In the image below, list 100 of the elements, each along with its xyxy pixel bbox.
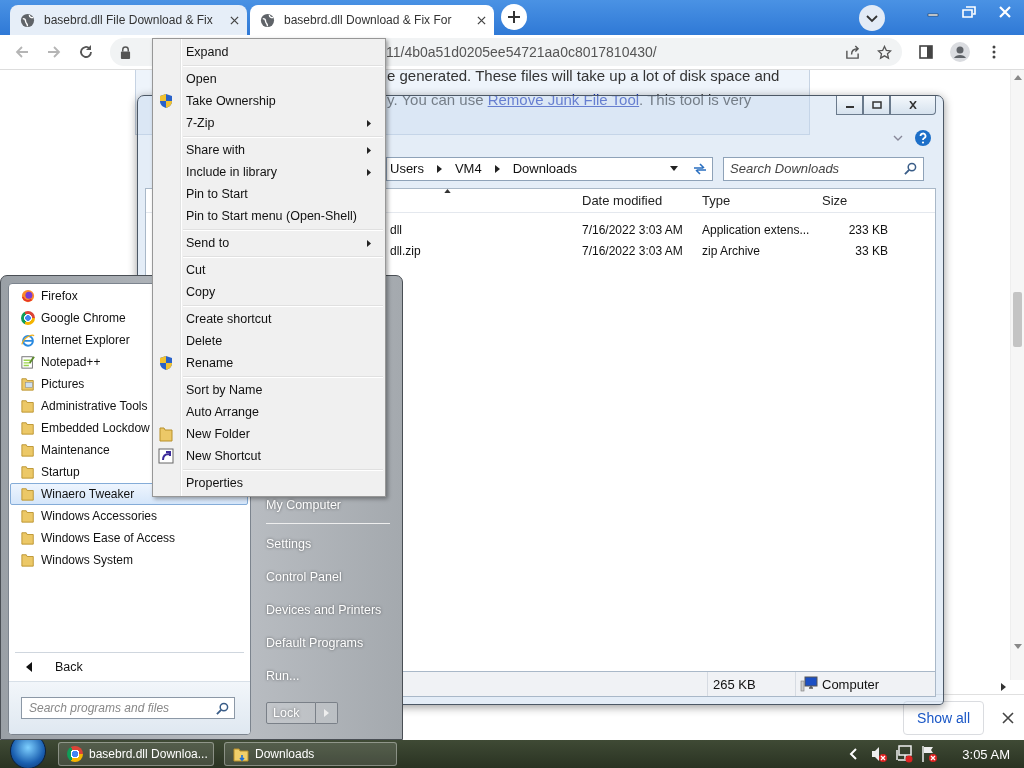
flag-icon[interactable] [920,745,939,763]
chrome-logo-icon [67,746,83,762]
submenu-arrow-icon [367,239,371,247]
chevron-right-icon[interactable] [436,164,442,173]
column-header[interactable]: Type [702,193,822,208]
status-size: 265 KB [707,672,795,696]
menu-item[interactable]: Send to [155,232,383,254]
search-field[interactable]: Search Downloads [723,156,924,181]
maximize-icon [870,101,883,109]
minimize-button[interactable] [836,96,863,115]
menu-item[interactable]: Expand [155,41,383,63]
menu-item[interactable]: Open [155,68,383,90]
menu-item[interactable]: Create shortcut [155,308,383,330]
show-all-button[interactable]: Show all [903,700,984,735]
sort-arrow-icon[interactable] [444,189,451,193]
breadcrumb-bar[interactable]: Users VM4 Downloads [386,156,713,181]
submenu-arrow-icon [367,119,371,127]
lock-options-button[interactable] [316,702,338,724]
menu-item[interactable]: Rename [155,352,383,374]
scroll-up-icon[interactable] [1013,74,1022,80]
restore-icon[interactable] [960,6,978,18]
refresh-icon[interactable] [692,161,708,176]
program-item[interactable]: Windows Accessories [10,505,248,527]
scroll-right-icon[interactable] [1001,683,1007,691]
shield-icon [158,93,174,109]
close-icon[interactable] [1002,711,1014,724]
help-icon[interactable] [915,130,931,146]
search-placeholder: Search programs and files [29,701,170,715]
taskbar-button[interactable]: Downloads [224,742,397,766]
table-cell-text: 33 KB [854,243,888,258]
menu-item[interactable]: Delete [155,330,383,352]
menu-item[interactable]: 7-Zip [155,112,383,134]
clock-text[interactable]: 3:05 AM [962,746,1010,762]
menu-item[interactable]: New Shortcut [155,445,383,467]
arrow-right-icon [324,709,329,717]
breadcrumb-item[interactable]: VM4 [454,161,482,176]
menu-item[interactable]: Include in library [155,161,383,183]
network-icon[interactable] [895,745,914,763]
menu-item[interactable]: Share with [155,139,383,161]
table-cell-text: zip Archive [702,243,762,258]
chevron-down-icon[interactable] [859,4,885,31]
menu-item[interactable]: Sort by Name [155,379,383,401]
plus-icon[interactable] [501,3,527,30]
close-icon [907,101,919,109]
dropdown-arrow-icon[interactable] [670,166,678,171]
search-icon [904,162,917,175]
program-item[interactable]: Windows System [10,549,248,571]
firefox-logo-icon [21,288,35,304]
search-field[interactable]: Search programs and files [21,697,235,719]
close-icon[interactable] [230,15,239,25]
share-icon[interactable] [845,44,860,60]
pictures-folder-icon [21,376,35,392]
folder-icon [21,530,35,546]
shield-icon [158,355,174,371]
scrollbar[interactable] [1010,70,1024,680]
breadcrumb-item[interactable]: Users [390,161,424,176]
table-cell-text: Application extens... [702,222,811,237]
column-header[interactable]: Date modified [582,193,702,208]
chevron-left-icon[interactable] [849,748,858,760]
menu-item[interactable]: Take Ownership [155,90,383,112]
side-panel-icon[interactable] [918,44,934,60]
chrome-logo-icon [21,311,35,325]
globe-icon [260,12,275,28]
breadcrumb-item[interactable]: Downloads [512,161,577,176]
chevron-right-icon[interactable] [494,164,500,173]
menu-item[interactable]: Auto Arrange [155,401,383,423]
chevron-down-icon[interactable] [893,135,903,141]
ie-logo-icon [21,332,35,348]
reload-icon[interactable] [78,44,94,60]
menu-item[interactable]: Cut [155,259,383,281]
scroll-down-icon[interactable] [1013,644,1022,650]
zone-text: Computer [822,676,880,692]
menu-item[interactable]: Pin to Start [155,183,383,205]
scroll-thumb[interactable] [1013,292,1022,347]
taskbar-button[interactable]: basebrd.dll Downloa... [58,742,214,766]
profile-icon[interactable] [950,42,970,62]
submenu-arrow-icon [367,168,371,176]
menu-item[interactable]: Copy [155,281,383,303]
search-placeholder: Search Downloads [730,161,840,176]
star-icon[interactable] [877,44,892,60]
menu-item[interactable]: New Folder [155,423,383,445]
folder-icon [233,746,249,762]
browser-tab[interactable]: basebrd.dll File Download & Fix [10,5,247,35]
globe-icon [20,12,35,28]
maximize-button[interactable] [863,96,890,115]
computer-icon [800,676,818,692]
menu-item[interactable]: Pin to Start menu (Open-Shell) [155,205,383,227]
folder-icon [158,426,174,442]
column-header[interactable]: Size [822,193,888,208]
folder-icon [21,420,35,436]
notepad-icon [21,354,35,370]
folder-icon [21,464,35,480]
close-icon[interactable] [477,15,486,25]
search-icon [216,701,229,715]
close-button[interactable] [890,96,936,115]
submenu-arrow-icon [367,146,371,154]
speaker-muted-icon[interactable] [870,745,889,763]
browser-tab[interactable]: basebrd.dll Download & Fix For [250,5,494,35]
program-item[interactable]: Windows Ease of Access [10,527,248,549]
article-text: e generated. These files will take up a lot of disk space and [387,70,781,86]
